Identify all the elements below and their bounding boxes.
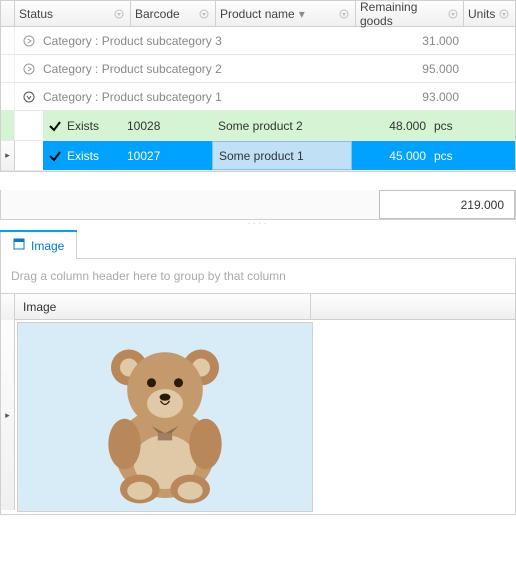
teddy-bear-icon xyxy=(75,327,255,507)
indent xyxy=(1,27,15,54)
row-indicator-icon: ▸ xyxy=(1,320,15,510)
filter-icon[interactable] xyxy=(497,7,511,21)
filter-icon[interactable] xyxy=(197,7,211,21)
column-label: Image xyxy=(23,300,56,314)
group-panel-hint[interactable]: Drag a column header here to group by th… xyxy=(0,259,516,294)
cell-barcode: 10028 xyxy=(127,119,212,133)
cell-remaining: 45.000 xyxy=(352,149,430,163)
grid-header-row: Status Barcode Product name ▾ Remaining … xyxy=(1,1,515,27)
filter-icon[interactable] xyxy=(337,7,351,21)
image-grid-header: Image xyxy=(1,294,515,320)
column-header-remaining[interactable]: Remaining goods xyxy=(356,1,464,26)
group-value: 93.000 xyxy=(359,90,467,104)
group-row[interactable]: Category : Product subcategory 3 31.000 xyxy=(1,27,515,55)
cell-units: pcs xyxy=(430,149,478,163)
image-grid: Image ▸ xyxy=(0,294,516,515)
tab-label: Image xyxy=(31,239,64,253)
filter-icon[interactable] xyxy=(446,7,459,21)
column-label: Status xyxy=(19,7,53,21)
filter-icon[interactable] xyxy=(112,7,126,21)
column-header-units[interactable]: Units xyxy=(464,1,515,26)
summary-total: 219.000 xyxy=(379,190,515,219)
detail-tabs: Image xyxy=(0,230,516,259)
sort-desc-icon: ▾ xyxy=(299,7,305,21)
group-label: Category : Product subcategory 1 xyxy=(43,90,359,104)
image-grid-body: ▸ xyxy=(1,320,515,514)
group-label: Category : Product subcategory 2 xyxy=(43,62,359,76)
column-label: Barcode xyxy=(135,7,180,21)
group-value: 31.000 xyxy=(359,34,467,48)
column-label: Remaining goods xyxy=(360,0,446,28)
column-label: Product name xyxy=(220,7,295,21)
cell-status: Exists xyxy=(67,149,127,163)
indent xyxy=(15,141,43,170)
cell-product: Some product 2 xyxy=(212,111,352,140)
column-header-product[interactable]: Product name ▾ xyxy=(216,1,356,26)
indent xyxy=(1,83,15,110)
indent xyxy=(15,111,43,140)
collapse-icon[interactable] xyxy=(21,89,37,105)
product-image[interactable] xyxy=(17,322,313,512)
check-icon xyxy=(43,149,67,163)
row-indicator-header xyxy=(1,294,15,320)
column-header-status[interactable]: Status xyxy=(15,1,131,26)
data-row-selected[interactable]: ▸ Exists 10027 Some product 1 45.000 pcs xyxy=(1,141,515,171)
group-label: Category : Product subcategory 3 xyxy=(43,34,359,48)
column-label: Units xyxy=(468,7,495,21)
grid-body: Category : Product subcategory 3 31.000 … xyxy=(1,27,515,171)
indent xyxy=(1,55,15,82)
group-value: 95.000 xyxy=(359,62,467,76)
cell-barcode: 10027 xyxy=(127,149,212,163)
row-indicator-icon: ▸ xyxy=(1,141,15,170)
group-row[interactable]: Category : Product subcategory 2 95.000 xyxy=(1,55,515,83)
product-grid: Status Barcode Product name ▾ Remaining … xyxy=(0,0,516,172)
data-row[interactable]: Exists 10028 Some product 2 48.000 pcs xyxy=(1,111,515,141)
tab-image[interactable]: Image xyxy=(0,231,77,259)
check-icon xyxy=(43,119,67,133)
cell-status: Exists xyxy=(67,119,127,133)
cell-units: pcs xyxy=(430,119,478,133)
expand-icon[interactable] xyxy=(21,61,37,77)
image-icon xyxy=(13,238,25,253)
row-indicator-header xyxy=(1,1,15,26)
cell-remaining: 48.000 xyxy=(352,119,430,133)
summary-row: 219.000 xyxy=(0,190,516,220)
group-row[interactable]: Category : Product subcategory 1 93.000 xyxy=(1,83,515,111)
column-header-image[interactable]: Image xyxy=(15,294,311,319)
splitter-handle[interactable]: ···· xyxy=(0,220,516,226)
indent xyxy=(1,111,15,140)
column-header-barcode[interactable]: Barcode xyxy=(131,1,216,26)
cell-product[interactable]: Some product 1 xyxy=(212,141,352,170)
expand-icon[interactable] xyxy=(21,33,37,49)
